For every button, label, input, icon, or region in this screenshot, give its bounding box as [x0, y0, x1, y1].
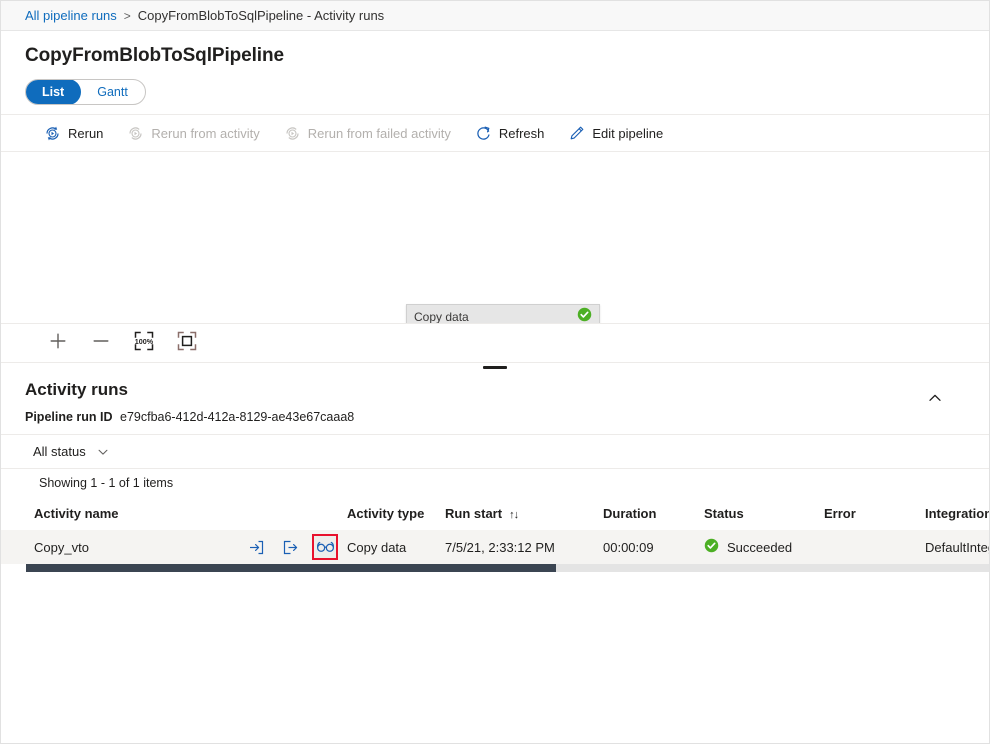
- cell-integration-runtime: DefaultIntegrationRuntime (Eas: [925, 530, 989, 564]
- success-check-icon: [577, 307, 592, 324]
- column-header-duration[interactable]: Duration: [603, 496, 704, 530]
- splitter-grip[interactable]: [483, 366, 507, 369]
- pipeline-canvas[interactable]: Copy data: [1, 152, 989, 323]
- minus-icon: [91, 331, 111, 356]
- output-icon[interactable]: [278, 536, 302, 558]
- chevron-up-icon: [927, 390, 943, 411]
- refresh-button[interactable]: Refresh: [466, 118, 554, 148]
- activity-runs-page: All pipeline runs > CopyFromBlobToSqlPip…: [0, 0, 990, 744]
- cell-activity-name[interactable]: Copy_vto: [1, 530, 244, 564]
- sort-arrows-icon: ↑↓: [509, 509, 518, 521]
- zoom-to-100-button[interactable]: 100%: [127, 328, 161, 358]
- chevron-down-icon: [96, 445, 110, 459]
- column-header-error[interactable]: Error: [824, 496, 925, 530]
- refresh-icon: [475, 125, 492, 142]
- breadcrumb-current: CopyFromBlobToSqlPipeline - Activity run…: [138, 8, 384, 23]
- details-glasses-icon[interactable]: [312, 534, 338, 560]
- rerun-from-activity-icon: [127, 125, 144, 142]
- cell-error: [824, 530, 925, 564]
- status-filter-label: All status: [33, 444, 86, 459]
- view-mode-toggle[interactable]: List Gantt: [25, 79, 146, 105]
- rerun-from-failed-activity-icon: [284, 125, 301, 142]
- canvas-zoom-controls: 100%: [1, 323, 989, 363]
- pipeline-run-id: Pipeline run ID e79cfba6-412d-412a-8129-…: [25, 410, 965, 424]
- table-header-row: Activity name Activity type Run start↑↓ …: [1, 496, 989, 530]
- column-header-activity-type[interactable]: Activity type: [347, 496, 445, 530]
- rerun-button[interactable]: Rerun: [35, 118, 112, 148]
- zoom-in-button[interactable]: [41, 328, 75, 358]
- column-header-status[interactable]: Status: [704, 496, 824, 530]
- breadcrumb-all-pipeline-runs-link[interactable]: All pipeline runs: [25, 8, 117, 23]
- column-header-actions: [244, 496, 347, 530]
- refresh-label: Refresh: [499, 126, 545, 141]
- cell-run-start: 7/5/21, 2:33:12 PM: [445, 530, 603, 564]
- status-filter-dropdown[interactable]: All status: [33, 444, 110, 459]
- rerun-icon: [44, 125, 61, 142]
- cell-row-actions: [244, 530, 347, 564]
- page-header: CopyFromBlobToSqlPipeline List Gantt: [1, 31, 989, 114]
- table-row[interactable]: Copy_vto: [1, 530, 989, 564]
- status-badge: Succeeded: [727, 540, 792, 555]
- activity-runs-title: Activity runs: [25, 380, 965, 400]
- plus-icon: [48, 331, 68, 356]
- cell-activity-type: Copy data: [347, 530, 445, 564]
- cell-duration: 00:00:09: [603, 530, 704, 564]
- status-filter-row: All status: [1, 434, 989, 468]
- zoom-out-button[interactable]: [84, 328, 118, 358]
- edit-pipeline-label: Edit pipeline: [592, 126, 663, 141]
- showing-count: Showing 1 - 1 of 1 items: [1, 468, 989, 496]
- activity-runs-table: Activity name Activity type Run start↑↓ …: [1, 496, 989, 564]
- command-bar: Rerun Rerun from activity: [1, 114, 989, 152]
- breadcrumb: All pipeline runs > CopyFromBlobToSqlPip…: [1, 1, 989, 31]
- pipeline-run-id-value: e79cfba6-412d-412a-8129-ae43e67caaa8: [120, 410, 354, 424]
- activity-node-type-label: Copy data: [414, 310, 577, 324]
- input-icon[interactable]: [244, 536, 268, 558]
- column-header-run-start-label: Run start: [445, 506, 502, 521]
- cell-status: Succeeded: [704, 530, 824, 564]
- rerun-from-activity-label: Rerun from activity: [151, 126, 259, 141]
- panel-bottom-filler: [1, 572, 989, 743]
- activity-node-copy-data[interactable]: Copy data: [406, 304, 600, 323]
- fit-to-screen-icon: [176, 330, 198, 357]
- column-header-run-start[interactable]: Run start ↑↓: [445, 496, 603, 530]
- horizontal-scrollbar-thumb[interactable]: [26, 564, 556, 572]
- pipeline-run-id-label: Pipeline run ID: [25, 410, 113, 424]
- page-title: CopyFromBlobToSqlPipeline: [25, 45, 965, 67]
- pencil-icon: [568, 125, 585, 142]
- fit-to-screen-button[interactable]: [170, 328, 204, 358]
- horizontal-scrollbar[interactable]: [26, 564, 989, 572]
- status-success-icon: [704, 538, 719, 556]
- column-header-activity-name[interactable]: Activity name: [1, 496, 244, 530]
- toggle-list-view[interactable]: List: [25, 79, 81, 105]
- rerun-from-failed-activity-button[interactable]: Rerun from failed activity: [275, 118, 460, 148]
- edit-pipeline-button[interactable]: Edit pipeline: [559, 118, 672, 148]
- activity-runs-table-wrapper: Activity name Activity type Run start↑↓ …: [1, 496, 989, 564]
- rerun-from-failed-activity-label: Rerun from failed activity: [308, 126, 451, 141]
- activity-runs-panel: Activity runs Pipeline run ID e79cfba6-4…: [1, 372, 989, 572]
- toggle-gantt-view[interactable]: Gantt: [80, 80, 145, 104]
- rerun-from-activity-button[interactable]: Rerun from activity: [118, 118, 268, 148]
- svg-text:100%: 100%: [135, 337, 154, 346]
- activity-node-header: Copy data: [407, 305, 599, 323]
- zoom-100-icon: 100%: [133, 330, 155, 357]
- rerun-label: Rerun: [68, 126, 103, 141]
- activity-runs-header: Activity runs Pipeline run ID e79cfba6-4…: [1, 372, 989, 424]
- collapse-panel-button[interactable]: [921, 386, 949, 414]
- panel-splitter[interactable]: [1, 363, 989, 372]
- breadcrumb-separator: >: [124, 9, 131, 23]
- column-header-integration-runtime[interactable]: Integration runtime: [925, 496, 989, 530]
